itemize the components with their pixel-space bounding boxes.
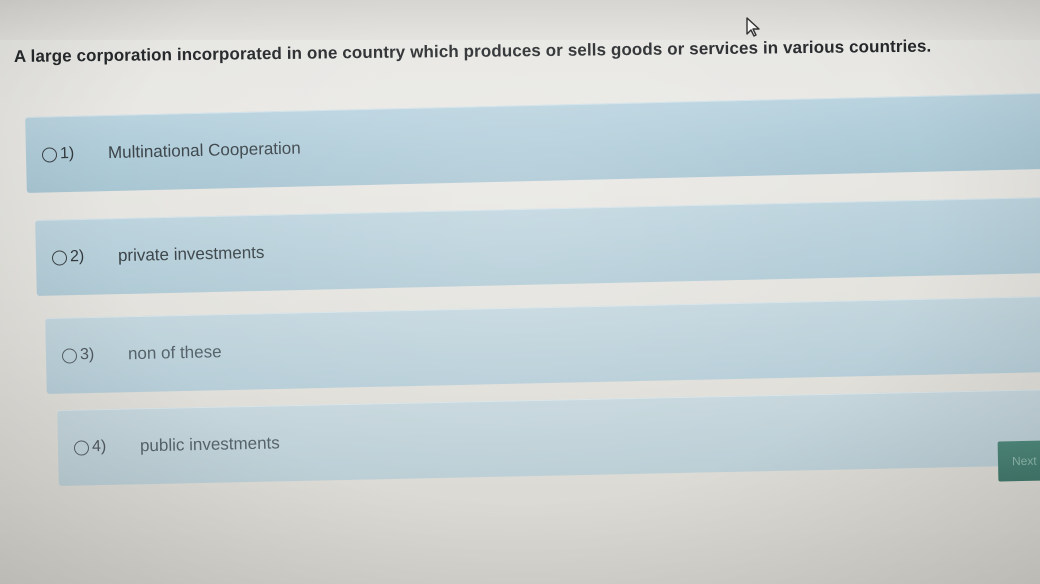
option-label-3: non of these: [127, 342, 222, 364]
mouse-pointer-icon: [746, 17, 760, 37]
option-1[interactable]: 1) Multinational Cooperation: [25, 92, 1040, 193]
next-button[interactable]: Next: [997, 440, 1040, 482]
question-text: A large corporation incorporated in one …: [13, 36, 932, 66]
radio-button-3[interactable]: [61, 347, 78, 364]
option-number-2: 2): [69, 247, 85, 266]
top-bar: [0, 0, 1040, 40]
option-number-4: 4): [91, 437, 107, 456]
option-3[interactable]: 3) non of these: [45, 295, 1040, 394]
option-label-4: public investments: [139, 433, 280, 456]
radio-button-4[interactable]: [73, 439, 90, 456]
option-4[interactable]: 4) public investments: [57, 389, 1040, 486]
radio-button-1[interactable]: [41, 146, 58, 163]
radio-button-2[interactable]: [51, 249, 68, 266]
option-2[interactable]: 2) private investments: [35, 196, 1040, 296]
option-label-2: private investments: [117, 242, 265, 266]
option-number-1: 1): [59, 144, 75, 163]
option-label-1: Multinational Cooperation: [107, 138, 301, 163]
option-number-3: 3): [79, 345, 95, 364]
